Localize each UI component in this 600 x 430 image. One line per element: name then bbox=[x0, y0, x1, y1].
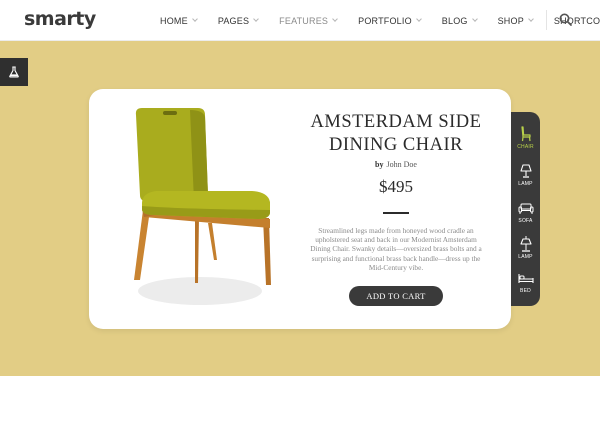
nav-item-label: FEATURES bbox=[279, 15, 329, 26]
search-icon bbox=[559, 13, 572, 26]
category-floor-lamp[interactable]: LAMP bbox=[511, 236, 540, 270]
nav-item-pages[interactable]: PAGES bbox=[217, 15, 260, 26]
main-nav: HOME PAGES FEATURES PORTFOLIO BLOG SHOP … bbox=[160, 0, 600, 41]
product-title: AMSTERDAM SIDE DINING CHAIR bbox=[300, 111, 492, 157]
category-sofa[interactable]: SOFA bbox=[511, 200, 540, 234]
product-title-line-1: AMSTERDAM SIDE bbox=[310, 112, 482, 132]
chevron-down-icon bbox=[191, 16, 198, 22]
chevron-down-icon bbox=[253, 16, 260, 22]
category-bed[interactable]: BED bbox=[511, 270, 540, 304]
nav-item-label: PAGES bbox=[217, 15, 250, 26]
product-price: $495 bbox=[379, 177, 413, 196]
nav-item-shop[interactable]: SHOP bbox=[497, 15, 534, 26]
nav-divider bbox=[546, 10, 547, 30]
category-label: SOFA bbox=[518, 218, 533, 224]
title-divider bbox=[383, 212, 409, 214]
category-rail: CHAIR LAMP SOFA LAMP BED bbox=[511, 112, 540, 306]
add-to-cart-button[interactable]: ADD TO CART bbox=[349, 286, 443, 306]
nav-item-label: SHOP bbox=[497, 15, 524, 26]
category-lamp[interactable]: LAMP bbox=[511, 163, 540, 197]
chevron-down-icon bbox=[528, 16, 534, 22]
product-title-line-2: DINING CHAIR bbox=[329, 135, 463, 155]
nav-item-home[interactable]: HOME bbox=[160, 15, 198, 26]
by-label: by bbox=[375, 160, 384, 169]
category-label: LAMP bbox=[518, 181, 533, 187]
nav-item-portfolio[interactable]: PORTFOLIO bbox=[358, 15, 422, 26]
category-label: BED bbox=[520, 288, 531, 294]
chevron-down-icon bbox=[332, 16, 338, 22]
flask-icon bbox=[9, 66, 19, 78]
category-label: CHAIR bbox=[517, 144, 534, 150]
floor-lamp-icon bbox=[519, 236, 532, 252]
nav-item-features[interactable]: FEATURES bbox=[279, 15, 338, 26]
search-button[interactable] bbox=[558, 12, 574, 28]
style-switcher-tab[interactable] bbox=[0, 58, 28, 86]
table-lamp-icon bbox=[519, 164, 532, 178]
nav-item-label: PORTFOLIO bbox=[358, 15, 412, 26]
category-chair[interactable]: CHAIR bbox=[511, 126, 540, 160]
bed-icon bbox=[517, 274, 534, 283]
author-link[interactable]: John Doe bbox=[387, 160, 417, 169]
category-label: LAMP bbox=[518, 254, 533, 260]
product-image-chair bbox=[134, 108, 271, 305]
nav-item-blog[interactable]: BLOG bbox=[441, 15, 478, 26]
sofa-icon bbox=[518, 203, 533, 214]
logo[interactable]: smarty bbox=[24, 8, 96, 30]
site-header: smarty HOME PAGES FEATURES PORTFOLIO BLO… bbox=[0, 0, 600, 41]
chevron-down-icon bbox=[471, 16, 478, 22]
chair-icon bbox=[520, 126, 531, 142]
nav-item-label: HOME bbox=[160, 15, 188, 26]
product-description: Streamlined legs made from honeyed wood … bbox=[310, 226, 482, 272]
chevron-down-icon bbox=[415, 16, 422, 22]
product-byline: by John Doe bbox=[300, 160, 492, 169]
nav-item-label: BLOG bbox=[441, 15, 468, 26]
